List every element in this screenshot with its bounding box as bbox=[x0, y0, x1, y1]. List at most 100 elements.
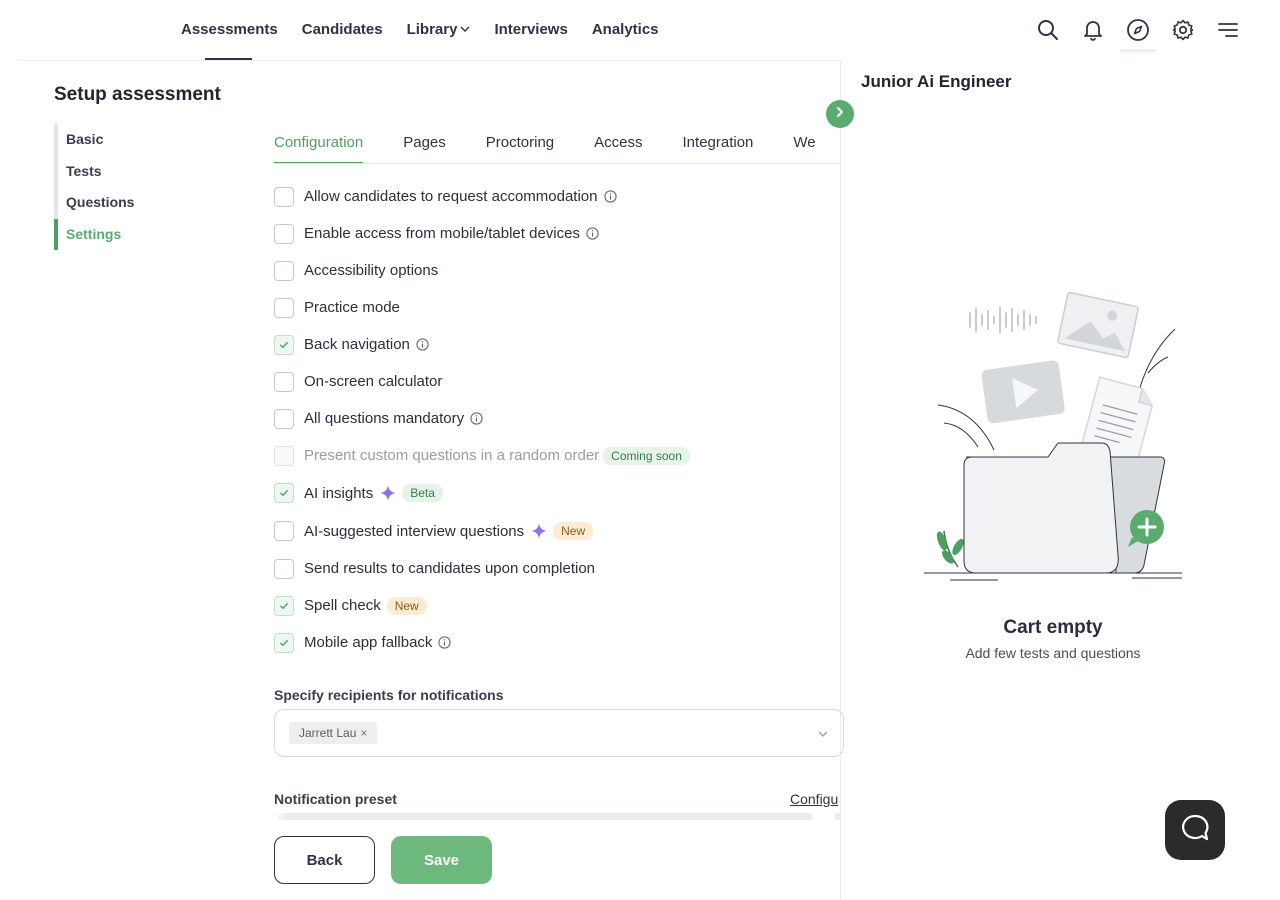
tab-integration[interactable]: Integration bbox=[683, 124, 754, 163]
tab-web-truncated[interactable]: We bbox=[793, 124, 815, 163]
tab-pages[interactable]: Pages bbox=[403, 124, 446, 163]
option-label: Present custom questions in a random ord… bbox=[304, 447, 600, 464]
checkbox[interactable] bbox=[274, 558, 294, 579]
nav-library[interactable]: Library bbox=[407, 0, 471, 60]
chip-remove-icon[interactable]: × bbox=[360, 726, 367, 740]
step-settings[interactable]: Settings bbox=[53, 218, 134, 251]
compass-icon[interactable] bbox=[1120, 14, 1156, 52]
ai-sparkle-icon bbox=[380, 485, 396, 501]
nav-library-label: Library bbox=[406, 21, 458, 38]
option-row: Back navigation bbox=[274, 326, 834, 363]
top-navigation: Assessments Candidates Library Interview… bbox=[0, 0, 1280, 60]
cart-empty-subtitle: Add few tests and questions bbox=[965, 645, 1141, 661]
checkbox bbox=[274, 445, 294, 466]
back-button[interactable]: Back bbox=[274, 836, 375, 884]
option-row: Allow candidates to request accommodatio… bbox=[274, 178, 834, 215]
option-row: AI insights Beta bbox=[274, 474, 834, 512]
option-row: Accessibility options bbox=[274, 252, 834, 289]
option-label: Enable access from mobile/tablet devices bbox=[304, 225, 580, 242]
checkbox-checked[interactable] bbox=[274, 595, 294, 616]
checkbox[interactable] bbox=[274, 521, 294, 541]
setup-steps-menu: Basic Tests Questions Settings bbox=[53, 124, 134, 251]
search-icon[interactable] bbox=[1036, 14, 1060, 46]
option-row: All questions mandatory bbox=[274, 400, 834, 437]
option-label: On-screen calculator bbox=[304, 373, 443, 390]
chevron-down-icon bbox=[817, 727, 829, 745]
nav-assessments[interactable]: Assessments bbox=[181, 0, 278, 60]
nav-candidates-label: Candidates bbox=[301, 21, 383, 38]
status-badge: Coming soon bbox=[603, 446, 690, 465]
menu-icon[interactable] bbox=[1216, 14, 1240, 46]
checkbox-checked[interactable] bbox=[274, 483, 294, 503]
cart-title: Junior Ai Engineer bbox=[861, 72, 1012, 91]
horizontal-scrollbar[interactable] bbox=[278, 813, 813, 820]
option-row: Send results to candidates upon completi… bbox=[274, 550, 834, 587]
tab-access[interactable]: Access bbox=[594, 124, 642, 163]
option-row: Practice mode bbox=[274, 289, 834, 326]
save-button[interactable]: Save bbox=[391, 836, 492, 884]
chat-bubble-icon bbox=[1180, 813, 1210, 848]
nav-assessments-label: Assessments bbox=[181, 21, 278, 38]
info-icon[interactable] bbox=[470, 412, 483, 425]
recipient-chip: Jarrett Lau × bbox=[289, 722, 378, 744]
configure-preset-link[interactable]: Configu bbox=[790, 791, 840, 807]
checkbox[interactable] bbox=[274, 223, 294, 244]
checkbox-checked[interactable] bbox=[274, 334, 294, 355]
nav-candidates[interactable]: Candidates bbox=[302, 0, 383, 60]
checkbox[interactable] bbox=[274, 260, 294, 281]
bell-icon[interactable] bbox=[1081, 14, 1105, 46]
settings-tabs: Configuration Pages Proctoring Access In… bbox=[274, 124, 840, 164]
nav-analytics-label: Analytics bbox=[591, 21, 659, 38]
info-icon[interactable] bbox=[603, 190, 617, 203]
checkbox[interactable] bbox=[274, 371, 294, 392]
step-questions[interactable]: Questions bbox=[58, 187, 134, 219]
info-icon[interactable] bbox=[416, 338, 429, 351]
header-divider bbox=[17, 60, 840, 61]
scrollbar-thumb[interactable] bbox=[286, 813, 813, 820]
option-label: Back navigation bbox=[304, 336, 410, 353]
checkbox-checked[interactable] bbox=[274, 632, 294, 653]
scrollbar-tail bbox=[835, 813, 840, 820]
gear-icon[interactable] bbox=[1171, 14, 1195, 46]
info-icon[interactable] bbox=[586, 227, 599, 240]
nav-interviews[interactable]: Interviews bbox=[494, 0, 567, 60]
tab-proctoring[interactable]: Proctoring bbox=[486, 124, 554, 163]
page-title: Setup assessment bbox=[54, 84, 221, 105]
status-badge: Beta bbox=[402, 484, 443, 502]
option-row: Present custom questions in a random ord… bbox=[274, 437, 834, 474]
chevron-down-icon bbox=[460, 0, 470, 60]
option-label: Send results to candidates upon completi… bbox=[304, 560, 596, 577]
chat-support-button[interactable] bbox=[1165, 800, 1225, 860]
option-label: AI-suggested interview questions bbox=[304, 522, 525, 540]
option-row: AI-suggested interview questions New bbox=[274, 512, 834, 550]
option-label: Practice mode bbox=[304, 299, 400, 316]
option-row: Enable access from mobile/tablet devices bbox=[274, 215, 834, 252]
tab-configuration[interactable]: Configuration bbox=[274, 124, 364, 163]
chevron-right-icon bbox=[834, 105, 846, 123]
cart-empty-title: Cart empty bbox=[1003, 617, 1103, 638]
step-basic[interactable]: Basic bbox=[58, 124, 134, 156]
empty-cart-illustration bbox=[920, 285, 1190, 590]
checkbox[interactable] bbox=[274, 297, 294, 318]
option-label: Mobile app fallback bbox=[304, 634, 433, 651]
checkbox[interactable] bbox=[274, 408, 294, 429]
recipients-label: Specify recipients for notifications bbox=[274, 687, 504, 703]
status-badge: New bbox=[386, 596, 427, 615]
option-label: Spell check bbox=[304, 597, 381, 614]
recipients-select[interactable]: Jarrett Lau × bbox=[274, 709, 844, 757]
ai-sparkle-icon bbox=[531, 523, 547, 539]
nav-icon-bar bbox=[1036, 14, 1240, 52]
option-label: Allow candidates to request accommodatio… bbox=[304, 188, 598, 205]
collapse-panel-button[interactable] bbox=[826, 100, 854, 128]
nav-analytics[interactable]: Analytics bbox=[592, 0, 659, 60]
configuration-options: Allow candidates to request accommodatio… bbox=[274, 178, 834, 661]
step-tests[interactable]: Tests bbox=[58, 156, 134, 188]
info-icon[interactable] bbox=[438, 636, 452, 649]
notification-preset-label: Notification preset bbox=[274, 791, 397, 807]
option-label: Accessibility options bbox=[304, 262, 439, 279]
option-label: AI insights bbox=[304, 484, 374, 502]
panel-divider bbox=[840, 60, 841, 900]
status-badge: New bbox=[553, 522, 594, 540]
nav-interviews-label: Interviews bbox=[494, 21, 568, 38]
checkbox[interactable] bbox=[274, 186, 294, 207]
